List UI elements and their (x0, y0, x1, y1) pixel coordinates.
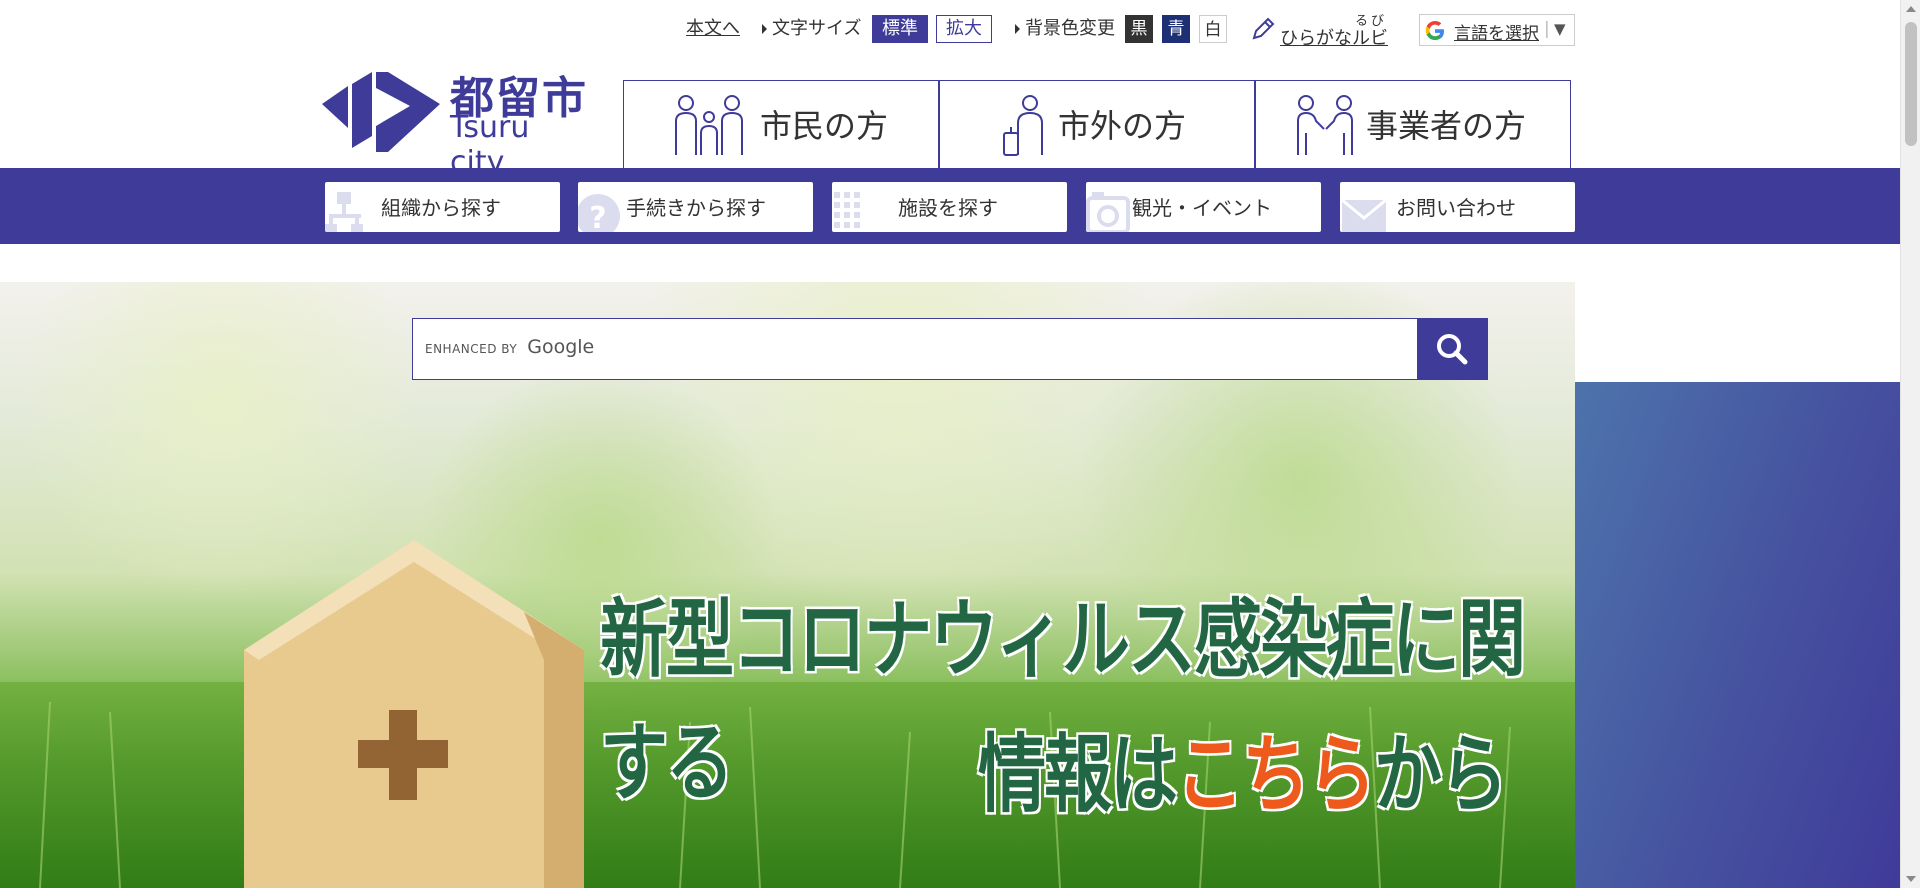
wooden-house-image (244, 540, 584, 888)
banner-text: から (1374, 726, 1508, 825)
triangle-icon (762, 24, 767, 34)
bg-black-button[interactable]: 黒 (1125, 15, 1153, 43)
category-facilities-button[interactable]: 施設を探す (832, 182, 1067, 232)
category-nav: 組織から探す ? 手続きから探す 施設を探す 観光・イベント お問い合わせ (0, 168, 1900, 244)
audience-tab-label: 市民の方 (760, 107, 889, 145)
mail-icon (1341, 198, 1387, 232)
font-standard-button[interactable]: 標準 (872, 15, 928, 43)
category-label: 観光・イベント (1132, 196, 1272, 220)
search-icon (1437, 334, 1468, 365)
audience-tab-visitors[interactable]: 市外の方 (939, 80, 1255, 168)
building-icon (834, 192, 860, 228)
scroll-down-icon[interactable] (1906, 876, 1916, 882)
scroll-thumb[interactable] (1905, 22, 1917, 146)
font-size-text: 文字サイズ (772, 18, 862, 39)
bg-color-label: 背景色変更 (1015, 14, 1115, 40)
audience-tab-residents[interactable]: 市民の方 (623, 80, 939, 168)
dropdown-arrow-icon: ▼ (1554, 20, 1566, 38)
font-size-label: 文字サイズ (762, 14, 861, 40)
site-logo[interactable]: 都留市 Tsuru city (322, 62, 592, 180)
tsuru-emblem-icon (322, 72, 440, 152)
category-tourism-button[interactable]: 観光・イベント (1086, 182, 1321, 232)
triangle-icon (1015, 24, 1020, 34)
site-search: ENHANCED BY Google (412, 318, 1488, 380)
language-select[interactable]: 言語を選択 | ▼ (1419, 14, 1575, 46)
side-panel (1575, 382, 1900, 888)
category-label: 組織から探す (381, 196, 501, 220)
bg-white-button[interactable]: 白 (1199, 15, 1227, 43)
camera-icon (1086, 192, 1130, 232)
page-scrollbar[interactable] (1900, 0, 1920, 888)
enhanced-by-label: ENHANCED BY (425, 342, 518, 356)
category-label: 手続きから探す (626, 196, 766, 220)
category-procedures-button[interactable]: ? 手続きから探す (578, 182, 813, 232)
traveler-icon (1003, 95, 1043, 156)
utility-bar: 本文へ 文字サイズ 標準 拡大 背景色変更 黒 青 白 るび ひらがなルビ 言語… (0, 10, 1920, 49)
skip-to-content-link[interactable]: 本文へ (686, 14, 740, 40)
pencil-icon (1250, 16, 1276, 47)
question-icon: ? (578, 194, 620, 232)
bg-blue-button[interactable]: 青 (1162, 15, 1190, 43)
audience-tab-label: 事業者の方 (1366, 107, 1527, 145)
family-icon (675, 95, 743, 155)
handshake-icon (1297, 95, 1353, 155)
category-label: お問い合わせ (1396, 196, 1516, 220)
banner-highlight: こちら (1176, 726, 1376, 825)
category-organization-button[interactable]: 組織から探す (325, 182, 560, 232)
scroll-up-icon[interactable] (1906, 6, 1916, 12)
language-select-label: 言語を選択 (1454, 24, 1539, 44)
banner-headline-line2: 情報はこちらから (978, 705, 1508, 829)
divider: | (1544, 19, 1550, 39)
search-input[interactable]: ENHANCED BY Google (425, 336, 594, 358)
hiragana-ruby-link[interactable]: ひらがなルビ (1280, 24, 1388, 50)
audience-tab-business[interactable]: 事業者の方 (1255, 80, 1571, 168)
banner-text: 情報は (978, 726, 1178, 825)
category-contact-button[interactable]: お問い合わせ (1340, 182, 1575, 232)
svg-text:?: ? (589, 201, 606, 232)
category-label: 施設を探す (898, 196, 998, 220)
search-button[interactable] (1417, 318, 1488, 380)
org-chart-icon (325, 192, 363, 232)
audience-tab-label: 市外の方 (1058, 107, 1187, 145)
search-provider-label: Google (527, 336, 595, 358)
font-large-button[interactable]: 拡大 (936, 15, 992, 43)
google-g-icon (1424, 20, 1446, 47)
bg-color-text: 背景色変更 (1025, 18, 1115, 39)
